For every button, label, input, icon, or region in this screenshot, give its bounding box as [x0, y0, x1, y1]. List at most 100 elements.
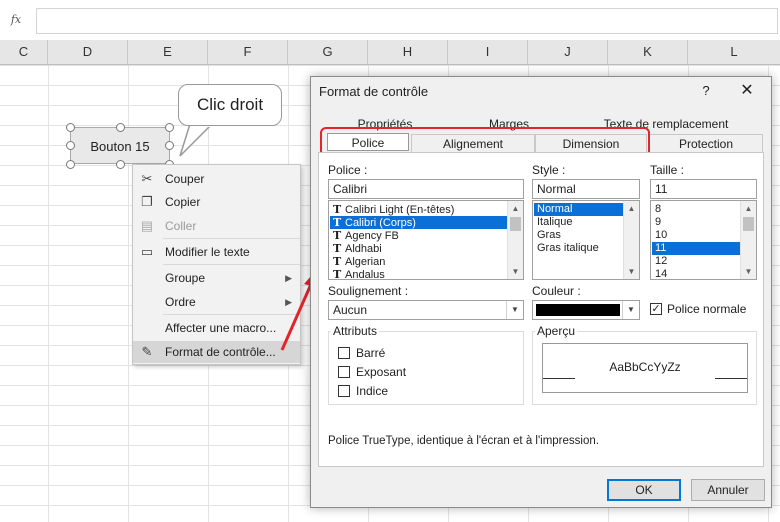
resize-handle[interactable]	[66, 123, 75, 132]
list-item[interactable]: 10	[652, 229, 740, 242]
formula-input[interactable]	[36, 8, 778, 34]
menu-item-format-control[interactable]: ✎ Format de contrôle...	[133, 341, 300, 363]
column-header-f[interactable]: F	[208, 40, 288, 64]
list-item[interactable]: T Calibri Light (En-têtes)	[330, 203, 507, 216]
style-list[interactable]: Normal Italique Gras Gras italique ▲ ▼	[532, 200, 640, 280]
list-item[interactable]: 11	[652, 242, 740, 255]
truetype-icon: T	[333, 229, 342, 242]
list-item[interactable]: 14	[652, 268, 740, 279]
list-item[interactable]: 12	[652, 255, 740, 268]
normal-font-checkbox[interactable]: ✓	[650, 303, 662, 315]
effects-group-label: Attributs	[331, 324, 380, 338]
menu-item-label: Modifier le texte	[165, 245, 250, 259]
color-select[interactable]: ▼	[532, 300, 640, 320]
column-header-d[interactable]: D	[48, 40, 128, 64]
resize-handle[interactable]	[116, 123, 125, 132]
font-label: Police :	[328, 163, 368, 177]
chevron-down-icon[interactable]: ▼	[622, 301, 639, 319]
truetype-icon: T	[333, 242, 342, 255]
font-input[interactable]: Calibri	[328, 179, 524, 199]
ok-button[interactable]: OK	[607, 479, 681, 501]
column-header-h[interactable]: H	[368, 40, 448, 64]
column-header-k[interactable]: K	[608, 40, 688, 64]
scroll-up-icon[interactable]: ▲	[624, 201, 639, 216]
strikethrough-label: Barré	[356, 346, 386, 360]
font-list-scrollbar[interactable]: ▲ ▼	[507, 201, 523, 279]
scroll-up-icon[interactable]: ▲	[741, 201, 756, 216]
list-item[interactable]: Italique	[534, 216, 623, 229]
size-input[interactable]: 11	[650, 179, 757, 199]
style-input[interactable]: Normal	[532, 179, 640, 199]
dialog-title: Format de contrôle	[319, 84, 429, 99]
menu-item-paste[interactable]: ▤ Coller	[133, 215, 300, 237]
copy-icon: ❐	[141, 194, 153, 209]
menu-item-order[interactable]: Ordre ▶	[133, 291, 300, 313]
column-header-j[interactable]: J	[528, 40, 608, 64]
edit-text-icon: ▭	[140, 244, 154, 259]
chevron-down-icon[interactable]: ▼	[506, 301, 523, 319]
list-item[interactable]: T Calibri (Corps)	[330, 216, 507, 229]
sheet-button-control[interactable]: Bouton 15	[70, 127, 170, 164]
menu-item-edit-text[interactable]: ▭ Modifier le texte	[133, 241, 300, 263]
menu-item-assign-macro[interactable]: Affecter une macro...	[133, 317, 300, 339]
help-button[interactable]: ?	[697, 81, 715, 101]
underline-label: Soulignement :	[328, 284, 409, 298]
underline-select[interactable]: Aucun ▼	[328, 300, 524, 320]
menu-item-copy[interactable]: ❐ Copier	[133, 191, 300, 213]
size-label: Taille :	[650, 163, 685, 177]
superscript-label: Exposant	[356, 365, 407, 379]
resize-handle[interactable]	[165, 123, 174, 132]
list-item[interactable]: T Agency FB	[330, 229, 507, 242]
fx-icon[interactable]: fx	[4, 10, 28, 30]
font-tab-panel: Police : Calibri T Calibri Light (En-tête…	[318, 152, 764, 467]
callout-bubble: Clic droit	[178, 84, 282, 126]
list-item[interactable]: T Algerian	[330, 255, 507, 268]
scroll-thumb[interactable]	[510, 217, 521, 231]
subscript-checkbox[interactable]	[338, 385, 350, 397]
column-header-c[interactable]: C	[0, 40, 48, 64]
scroll-up-icon[interactable]: ▲	[508, 201, 523, 216]
list-item[interactable]: Normal	[534, 203, 623, 216]
menu-separator	[163, 238, 300, 239]
size-list[interactable]: 8 9 10 11 12 14 ▲ ▼	[650, 200, 757, 280]
preview-baseline-right	[715, 378, 747, 379]
list-item[interactable]: Gras italique	[534, 242, 623, 255]
column-header-i[interactable]: I	[448, 40, 528, 64]
cancel-button[interactable]: Annuler	[691, 479, 765, 501]
tab-protection[interactable]: Protection	[649, 134, 763, 152]
menu-item-label: Couper	[165, 172, 205, 186]
strikethrough-checkbox[interactable]	[338, 347, 350, 359]
font-info-text: Police TrueType, identique à l'écran et …	[328, 435, 599, 447]
preview-group-label: Aperçu	[535, 324, 578, 338]
scroll-down-icon[interactable]: ▼	[741, 264, 756, 279]
menu-item-label: Copier	[165, 195, 201, 209]
column-header-e[interactable]: E	[128, 40, 208, 64]
font-list[interactable]: T Calibri Light (En-têtes) T Calibri (Corp…	[328, 200, 524, 280]
menu-item-label: Ordre	[165, 295, 196, 309]
list-item[interactable]: T Andalus	[330, 268, 507, 279]
scroll-down-icon[interactable]: ▼	[624, 264, 639, 279]
underline-value: Aucun	[333, 303, 368, 317]
column-header-g[interactable]: G	[288, 40, 368, 64]
scroll-down-icon[interactable]: ▼	[508, 264, 523, 279]
column-header-l[interactable]: L	[688, 40, 780, 64]
close-button[interactable]: ✕	[737, 81, 757, 101]
resize-handle[interactable]	[165, 141, 174, 150]
format-control-icon: ✎	[141, 344, 153, 359]
color-label: Couleur :	[532, 284, 581, 298]
resize-handle[interactable]	[66, 160, 75, 169]
list-item[interactable]: 9	[652, 216, 740, 229]
scroll-thumb[interactable]	[743, 217, 754, 231]
size-list-scrollbar[interactable]: ▲ ▼	[740, 201, 756, 279]
resize-handle[interactable]	[116, 160, 125, 169]
list-item[interactable]: T Aldhabi	[330, 242, 507, 255]
style-list-scrollbar[interactable]: ▲ ▼	[623, 201, 639, 279]
preview-group: AaBbCcYyZz	[532, 331, 757, 405]
superscript-checkbox[interactable]	[338, 366, 350, 378]
resize-handle[interactable]	[66, 141, 75, 150]
list-item[interactable]: Gras	[534, 229, 623, 242]
menu-item-cut[interactable]: ✂ Couper	[133, 168, 300, 190]
menu-item-group[interactable]: Groupe ▶	[133, 267, 300, 289]
list-item[interactable]: 8	[652, 203, 740, 216]
effects-group: Barré Exposant Indice	[328, 331, 524, 405]
